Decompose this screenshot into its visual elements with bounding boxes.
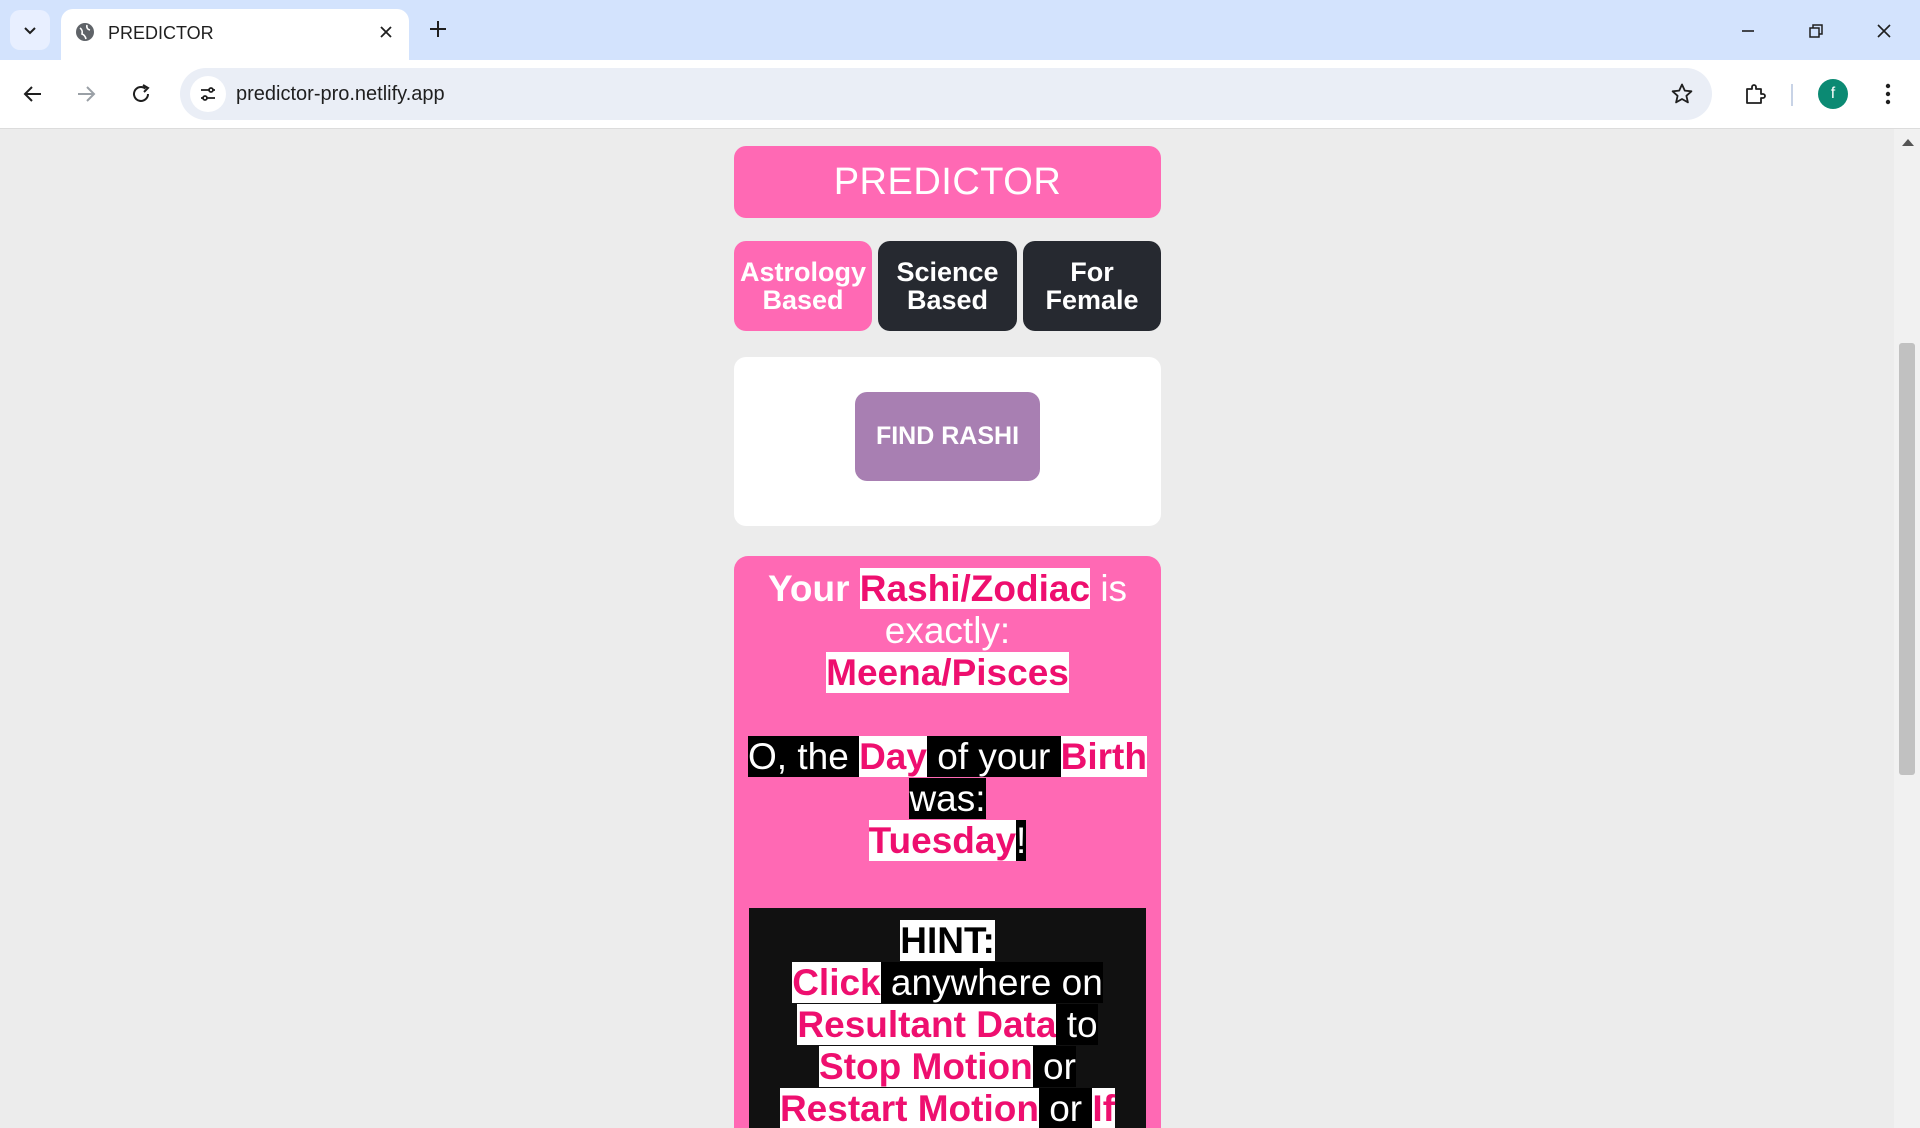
tab-search-button[interactable]: [10, 10, 50, 50]
birth-word: Birth: [1060, 736, 1147, 777]
back-button[interactable]: [15, 76, 51, 112]
close-icon: [380, 26, 392, 38]
browser-toolbar: predictor-pro.netlify.app f: [0, 60, 1920, 129]
hint-line-3: Stop Motion or: [819, 1046, 1076, 1087]
close-icon: [1877, 24, 1891, 38]
hint-box: HINT: Click anywhere on Resultant Data t…: [749, 908, 1146, 1128]
profile-avatar[interactable]: f: [1818, 79, 1848, 109]
input-panel: FIND RASHI: [734, 357, 1161, 526]
tab-title: PREDICTOR: [108, 23, 214, 43]
hint-line-1: Click anywhere on: [792, 962, 1103, 1003]
result-exactly: exactly:: [884, 610, 1011, 651]
arrow-left-icon: [23, 86, 41, 102]
minimize-button[interactable]: [1733, 16, 1763, 46]
mode-tabs: Astrology Based Science Based For Female: [734, 241, 1161, 331]
restore-button[interactable]: [1801, 16, 1831, 46]
rashi-zodiac-label: Rashi/Zodiac: [859, 568, 1091, 609]
page-viewport: PREDICTOR Astrology Based Science Based …: [0, 129, 1920, 1128]
tab-label: Science Based: [896, 257, 999, 315]
hint-line-2: Resultant Data to: [797, 1004, 1098, 1045]
globe-icon: [76, 23, 94, 41]
toolbar-separator: [1791, 84, 1793, 106]
page-scrollbar[interactable]: [1894, 129, 1920, 1128]
url-text: predictor-pro.netlify.app: [236, 83, 445, 105]
tab-science-based[interactable]: Science Based: [878, 241, 1017, 331]
tab-label: For Female: [1045, 257, 1139, 315]
rashi-value-line: Meena/Pisces: [734, 652, 1161, 694]
app-title: PREDICTOR: [734, 146, 1161, 218]
find-rashi-button[interactable]: FIND RASHI: [855, 392, 1040, 481]
birth-day-line: O, the Day of your Birth: [748, 736, 1147, 777]
extensions-button[interactable]: [1737, 76, 1773, 112]
tab-for-female[interactable]: For Female: [1023, 241, 1161, 331]
weekday-line: Tuesday!: [868, 820, 1027, 861]
arrow-right-icon: [78, 86, 96, 102]
tab-strip: PREDICTOR: [0, 0, 1920, 60]
restore-icon: [1809, 24, 1823, 38]
chevron-down-icon: [24, 27, 36, 35]
plus-icon: [430, 21, 446, 37]
tab-astrology-based[interactable]: Astrology Based: [734, 241, 872, 331]
day-word: Day: [859, 736, 927, 777]
new-tab-button[interactable]: [425, 16, 451, 42]
scroll-up-arrow-icon[interactable]: [1902, 139, 1914, 146]
address-bar[interactable]: predictor-pro.netlify.app: [180, 68, 1712, 120]
result-panel[interactable]: Your Rashi/Zodiac is exactly: Meena/Pisc…: [734, 556, 1161, 1128]
scrollbar-thumb[interactable]: [1899, 343, 1915, 775]
reload-button[interactable]: [123, 76, 159, 112]
hint-title: HINT:: [900, 920, 995, 961]
rashi-value: Meena/Pisces: [826, 652, 1069, 693]
reload-icon: [133, 84, 150, 102]
browser-tab[interactable]: PREDICTOR: [61, 9, 409, 60]
hint-line-4: Restart Motion or If: [779, 1088, 1116, 1128]
result-rashi-line: Your Rashi/Zodiac is: [767, 568, 1128, 609]
star-icon: [1671, 83, 1693, 104]
tab-label: Astrology Based: [739, 257, 866, 315]
predictor-app: PREDICTOR Astrology Based Science Based …: [734, 146, 1161, 1128]
was-line: was:: [909, 778, 986, 819]
weekday-value: Tuesday: [868, 820, 1017, 861]
site-info-button[interactable]: [190, 76, 226, 112]
more-vertical-icon: [1885, 83, 1891, 105]
forward-button[interactable]: [68, 76, 104, 112]
tune-icon: [201, 87, 215, 101]
close-tab-button[interactable]: [375, 21, 397, 43]
close-window-button[interactable]: [1869, 16, 1899, 46]
puzzle-icon: [1746, 84, 1766, 104]
bookmark-button[interactable]: [1668, 80, 1696, 108]
minimize-icon: [1742, 30, 1754, 32]
hint-title-line: HINT:: [749, 920, 1146, 962]
browser-menu-button[interactable]: [1870, 76, 1906, 112]
